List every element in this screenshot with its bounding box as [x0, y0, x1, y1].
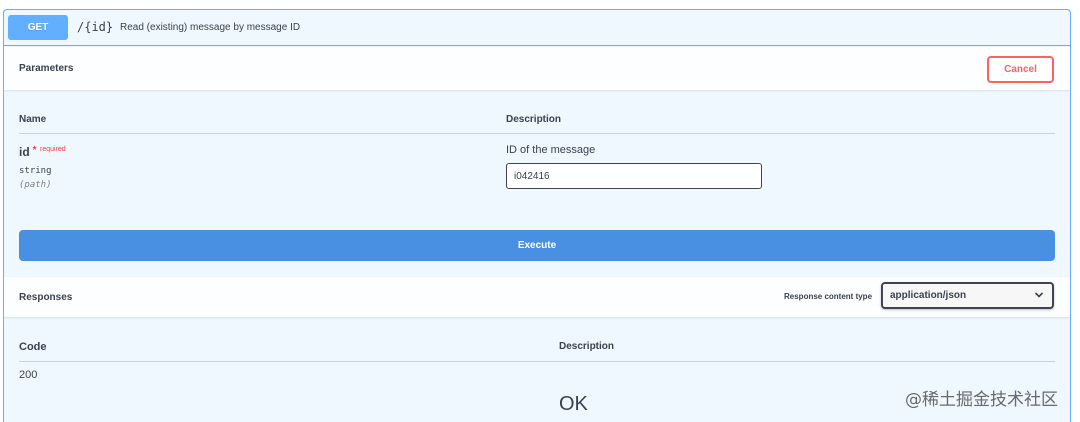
http-method-badge: GET [8, 15, 68, 40]
response-content-type-label: Response content type [784, 292, 873, 301]
response-description: OK [559, 393, 588, 415]
response-content-type-select[interactable]: application/json [881, 282, 1054, 309]
param-col-name: Name [19, 114, 47, 125]
execute-button[interactable]: Execute [19, 230, 1055, 261]
chevron-down-icon [1034, 292, 1044, 298]
parameters-title: Parameters [19, 63, 74, 74]
operation-summary[interactable]: GET /{id} Read (existing) message by mes… [4, 10, 1070, 46]
id-input[interactable] [506, 163, 762, 189]
required-star: * [32, 145, 37, 156]
param-col-description: Description [506, 114, 562, 125]
required-label: required [40, 146, 66, 153]
parameters-header: Parameters Cancel [4, 47, 1070, 90]
response-content-type-value: application/json [890, 290, 967, 301]
operation-block: GET /{id} Read (existing) message by mes… [3, 9, 1071, 422]
param-location: (path) [19, 180, 52, 190]
param-name: id * [19, 145, 37, 159]
responses-title: Responses [19, 292, 73, 303]
operation-description: Read (existing) message by message ID [120, 22, 301, 33]
param-type: string [19, 166, 52, 176]
cancel-button[interactable]: Cancel [987, 56, 1054, 83]
operation-path: /{id} [77, 20, 114, 34]
params-divider [19, 133, 1055, 134]
watermark: @稀土掘金技术社区 [905, 390, 1058, 410]
responses-header: Responses Response content type applicat… [4, 277, 1070, 317]
response-col-description: Description [559, 341, 615, 352]
responses-divider [19, 361, 1055, 362]
response-code: 200 [19, 369, 38, 381]
response-col-code: Code [19, 341, 47, 353]
param-description: ID of the message [506, 144, 596, 156]
